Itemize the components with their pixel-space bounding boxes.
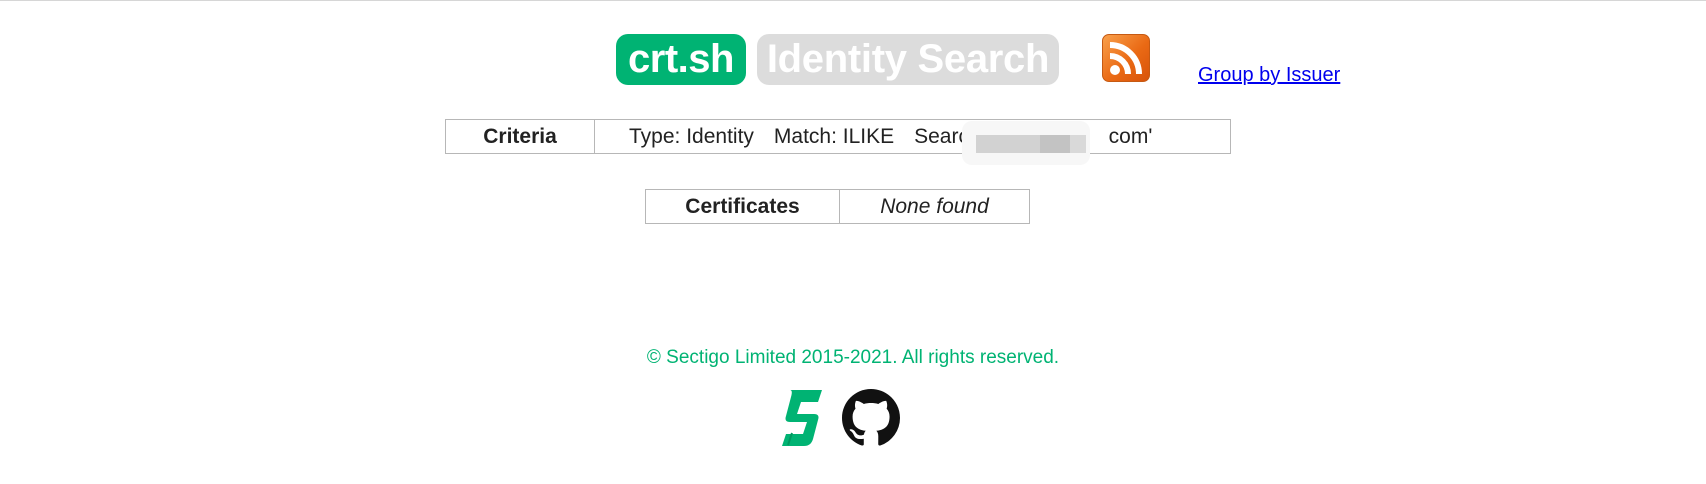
criteria-label: Criteria xyxy=(445,119,595,154)
page-title: Identity Search xyxy=(757,34,1059,85)
sectigo-icon[interactable] xyxy=(780,389,824,452)
github-icon[interactable] xyxy=(842,389,900,452)
criteria-search-suffix: com' xyxy=(1108,124,1153,148)
certificates-value: None found xyxy=(839,189,1030,224)
rss-icon[interactable] xyxy=(1102,34,1150,82)
redaction-blur xyxy=(962,121,1090,165)
page: crt.sh Identity Search Group by Issuer C… xyxy=(0,0,1706,484)
criteria-table: Criteria Type: Identity Match: ILIKE Searc… xyxy=(445,119,1231,165)
copyright-text: © Sectigo Limited 2015-2021. All rights … xyxy=(646,347,1060,368)
certificates-table: Certificates None found xyxy=(645,189,1030,224)
criteria-values: Type: Identity Match: ILIKE Search com' xyxy=(594,119,1231,165)
brand-logo[interactable]: crt.sh xyxy=(616,34,746,85)
criteria-type: Type: Identity xyxy=(629,124,754,148)
criteria-match: Match: ILIKE xyxy=(773,124,895,148)
footer-icons xyxy=(780,389,900,449)
certificates-label: Certificates xyxy=(645,189,840,224)
group-by-issuer-link[interactable]: Group by Issuer xyxy=(1198,64,1340,87)
